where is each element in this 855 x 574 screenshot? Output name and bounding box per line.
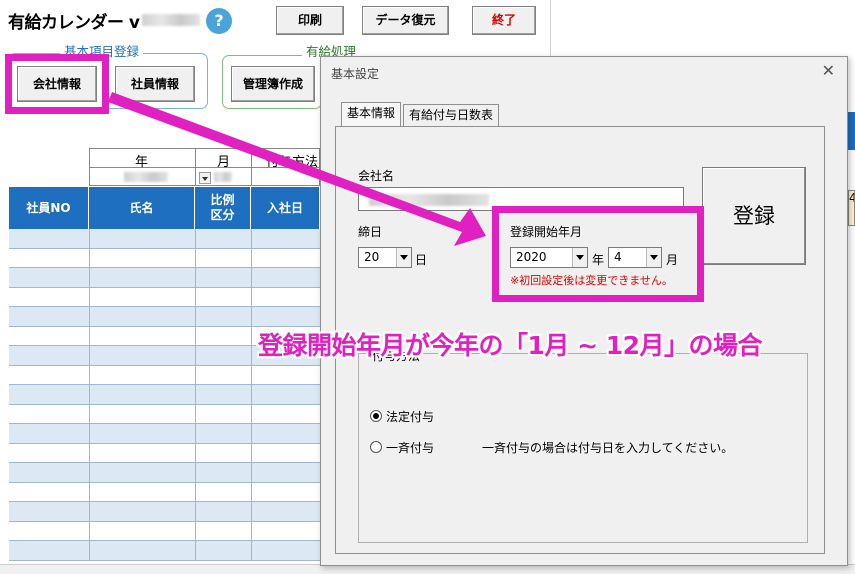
annotation-caption: 登録開始年月が今年の「1月 ~ 12月」の場合 <box>258 331 763 360</box>
arrow-icon <box>108 92 486 246</box>
annotation-arrow <box>108 92 486 246</box>
